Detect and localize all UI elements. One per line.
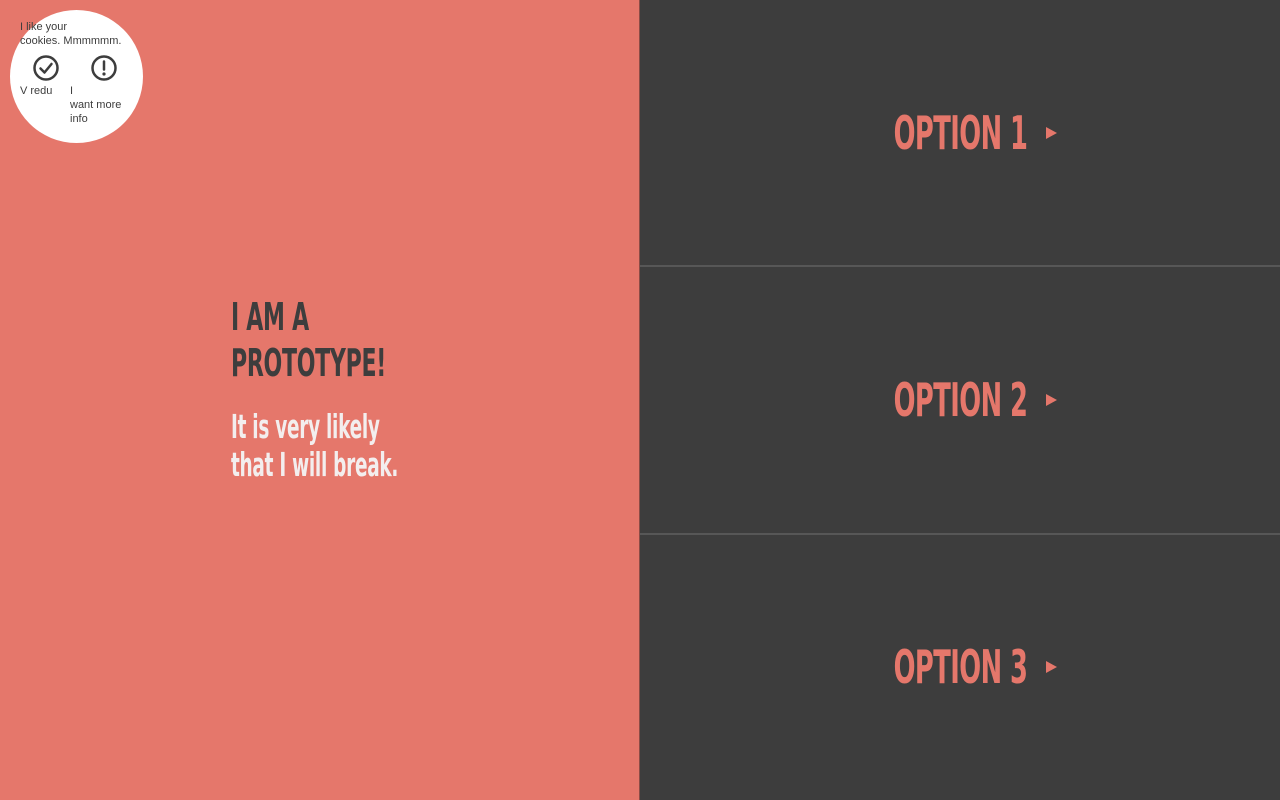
option-3-content: OPTION 3 — [875, 641, 1057, 693]
option-3-label: OPTION 3 — [893, 640, 1028, 695]
cookie-message-line: I like your — [20, 21, 68, 33]
page: I like your cookies. Mmmmmm. V redu I wa… — [0, 0, 1280, 800]
check-circle-icon — [33, 55, 59, 81]
hero-subtitle: It is very likely that I will break. — [231, 408, 522, 484]
hero-subtitle-line: It is very likely — [231, 407, 380, 446]
option-1-content: OPTION 1 — [875, 107, 1057, 159]
play-arrow-icon — [1045, 126, 1057, 139]
cookie-info-label: want more — [70, 99, 122, 111]
cookie-message: I like your cookies. Mmmmmm. — [20, 20, 135, 48]
option-2-content: OPTION 2 — [875, 374, 1057, 426]
cookie-info-label: I — [70, 85, 74, 97]
hero-title: I AM A PROTOTYPE! — [231, 294, 533, 386]
play-arrow-icon — [1045, 661, 1057, 674]
option-2-label: OPTION 2 — [893, 372, 1028, 427]
exclamation-circle-icon — [91, 55, 117, 81]
option-1-label: OPTION 1 — [893, 105, 1028, 160]
play-arrow-icon — [1045, 393, 1057, 406]
hero-title-line: PROTOTYPE! — [231, 341, 386, 385]
hero-panel: I like your cookies. Mmmmmm. V redu I wa… — [0, 0, 640, 800]
option-3-button[interactable]: OPTION 3 — [640, 532, 1280, 800]
options-panel: OPTION 1 OPTION 2 OPTION 3 — [640, 0, 1280, 800]
hero-content: I AM A PROTOTYPE! It is very likely that… — [231, 294, 531, 484]
cookie-message-line: cookies. Mmmmmm. — [20, 35, 122, 47]
cookie-consent-bubble: I like your cookies. Mmmmmm. V redu I wa… — [10, 10, 143, 143]
hero-title-line: I AM A — [231, 295, 309, 339]
option-2-button[interactable]: OPTION 2 — [640, 265, 1280, 533]
cookie-more-info-button[interactable]: I want more info — [70, 54, 134, 126]
option-1-button[interactable]: OPTION 1 — [640, 0, 1280, 266]
hero-subtitle-line: that I will break. — [231, 445, 399, 484]
cookie-info-label: info — [70, 113, 88, 125]
cookie-accept-label: V redu — [20, 85, 53, 97]
cookie-accept-button[interactable]: V redu — [20, 54, 64, 98]
